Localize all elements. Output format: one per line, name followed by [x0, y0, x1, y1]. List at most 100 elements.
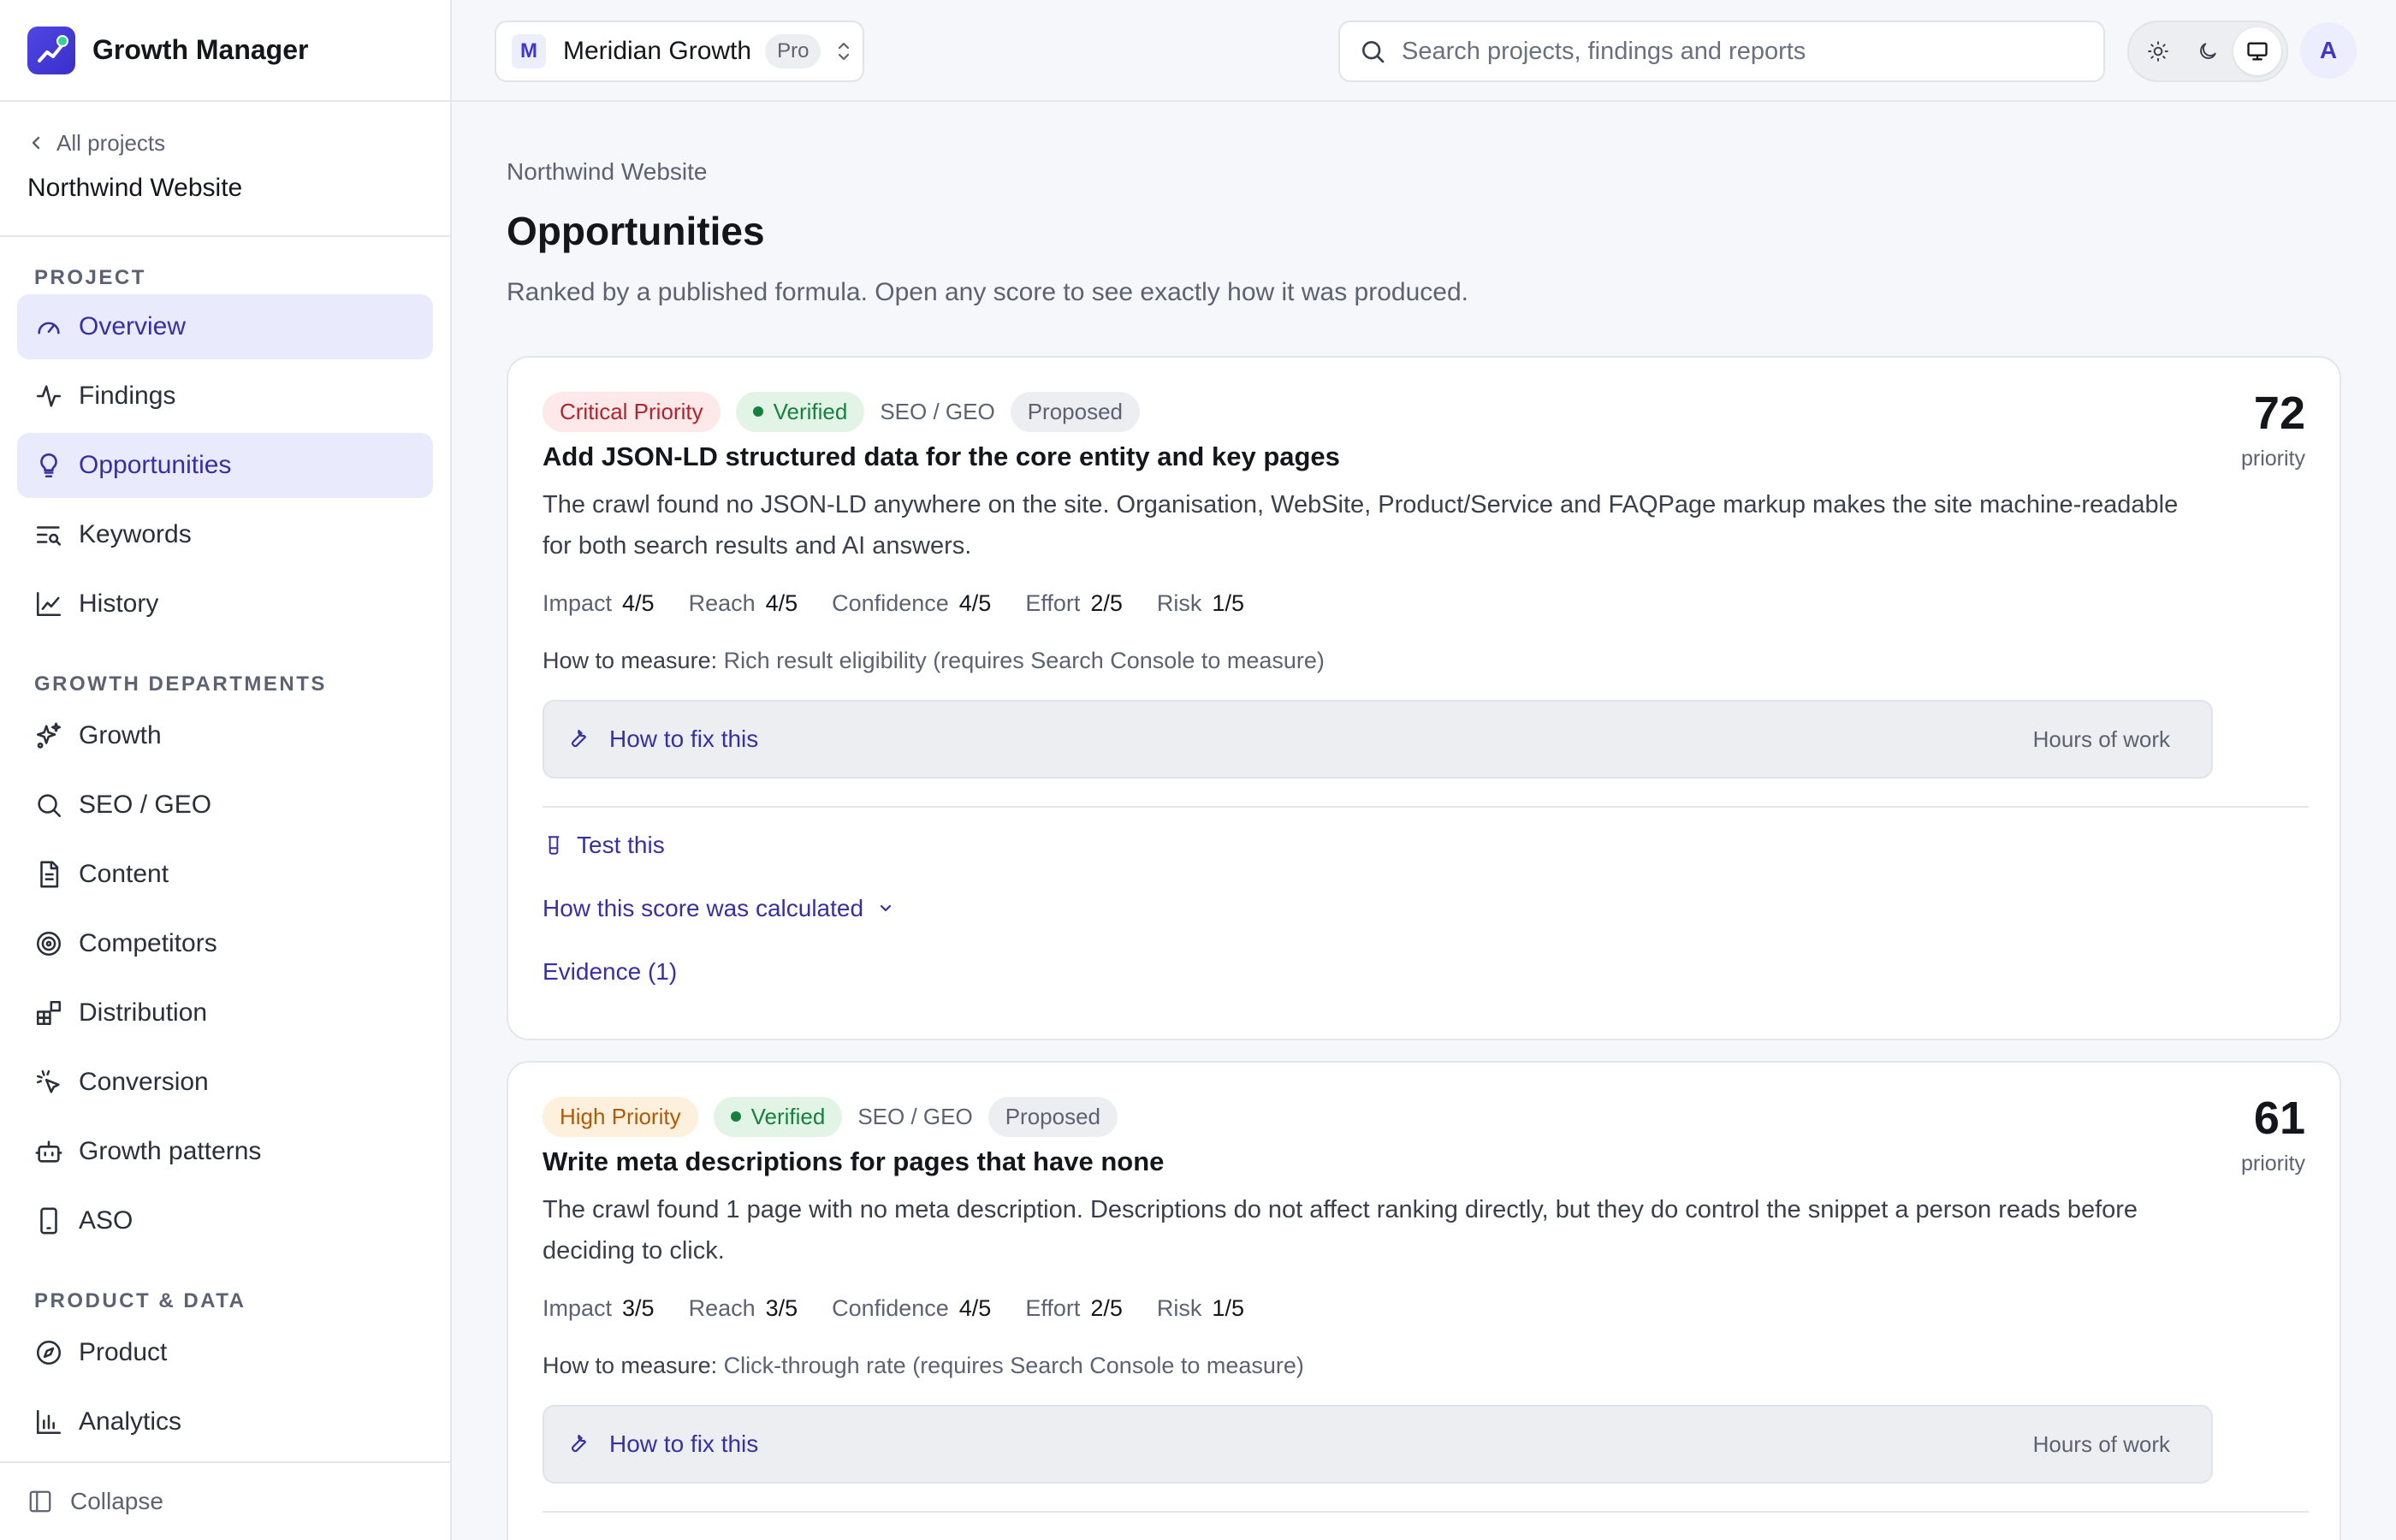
sidebar: Growth Manager All projects Northwind We… [0, 0, 452, 1540]
nav-heading-product-data: PRODUCT & DATA [34, 1289, 246, 1312]
sidebar-item-label: Findings [79, 382, 176, 410]
nav-heading-project: PROJECT [34, 266, 146, 289]
effort-value: 2/5 [1090, 1295, 1123, 1321]
sidebar-item-conversion[interactable]: Conversion [17, 1050, 433, 1115]
score-breakdown: Impact 3/5 Reach 3/5 Confidence 4/5 Effort 2… [543, 1295, 2220, 1322]
light-theme-button[interactable] [2134, 27, 2182, 75]
topbar: M Meridian Growth Pro A [452, 0, 2396, 102]
sidebar-nav: PROJECT Overview Findings Opportunities … [0, 237, 450, 1454]
how-to-fix-panel[interactable]: How to fix this Hours of work [543, 700, 2213, 779]
how-to-fix-link[interactable]: How to fix this [568, 1430, 758, 1458]
opportunity-description: The crawl found 1 page with no meta desc… [543, 1196, 2138, 1265]
all-projects-link[interactable]: All projects [27, 124, 423, 162]
sidebar-item-overview[interactable]: Overview [17, 294, 433, 359]
sidebar-item-label: ASO [79, 1206, 133, 1235]
sidebar-item-aso[interactable]: ASO [17, 1188, 433, 1253]
sidebar-item-keywords[interactable]: Keywords [17, 502, 433, 567]
workspace-name: Meridian Growth [563, 37, 752, 65]
user-avatar[interactable]: A [2300, 22, 2357, 79]
growth-logo-icon [27, 26, 75, 74]
sidebar-item-growth-patterns[interactable]: Growth patterns [17, 1119, 433, 1184]
status-tag: Proposed [1010, 391, 1140, 432]
sidebar-item-history[interactable]: History [17, 572, 433, 637]
sidebar-item-label: Competitors [79, 929, 217, 957]
priority-score-value: 72 [2253, 388, 2305, 439]
sidebar-item-label: Analytics [79, 1407, 182, 1436]
test-tube-icon [548, 836, 560, 855]
impact-label: Impact [543, 1295, 613, 1321]
collapse-sidebar-button[interactable]: Collapse [0, 1461, 450, 1540]
search-icon [38, 794, 62, 818]
confidence-value: 4/5 [958, 1295, 992, 1321]
sidebar-item-opportunities[interactable]: Opportunities [17, 433, 433, 498]
sidebar-item-growth[interactable]: Growth [17, 703, 433, 768]
blocks-icon [36, 1000, 62, 1026]
how-to-fix-link[interactable]: How to fix this [568, 726, 758, 753]
sidebar-item-analytics[interactable]: Analytics [17, 1389, 433, 1454]
wrench-icon [571, 729, 587, 748]
sidebar-item-seo-geo[interactable]: SEO / GEO [17, 773, 433, 838]
risk-score: Risk 1/5 [1157, 1295, 1244, 1322]
confidence-label: Confidence [832, 1295, 949, 1321]
dark-theme-button[interactable] [2184, 27, 2232, 75]
risk-label: Risk [1156, 1295, 1202, 1321]
measure-label: How to measure: [543, 1353, 718, 1378]
how-to-fix-panel[interactable]: How to fix this Hours of work [543, 1405, 2213, 1484]
impact-label: Impact [543, 590, 613, 616]
test-this-link[interactable]: Test this [543, 832, 2220, 859]
main-content: Northwind Website Opportunities Ranked b… [507, 102, 2341, 1540]
sidebar-item-findings[interactable]: Findings [17, 364, 433, 429]
measure-value: Rich result eligibility (requires Search… [723, 648, 1325, 673]
card-body: High Priority Verified SEO / GEO Propose… [543, 1096, 2309, 1513]
how-to-measure: How to measure: Rich result eligibility … [543, 648, 2220, 674]
search-input[interactable] [1402, 37, 2069, 66]
gauge-icon [38, 322, 60, 335]
panel-left-icon [29, 1490, 51, 1513]
activity-icon [36, 385, 62, 407]
sidebar-item-competitors[interactable]: Competitors [17, 911, 433, 976]
priority-tag: Critical Priority [543, 391, 721, 432]
evidence-link[interactable]: Evidence (1) [543, 958, 2220, 986]
bot-icon [35, 1140, 62, 1163]
page-title: Opportunities [507, 209, 765, 253]
hours-of-work: Hours of work [2032, 1430, 2170, 1457]
sidebar-item-content[interactable]: Content [17, 842, 433, 907]
verified-tag: Verified [735, 391, 865, 432]
reach-score: Reach 4/5 [689, 590, 798, 617]
current-project-name: Northwind Website [27, 174, 243, 202]
sidebar-item-label: Keywords [79, 520, 192, 548]
score-calculation-toggle[interactable]: How this score was calculated [543, 895, 2220, 922]
cursor-click-icon [36, 1069, 60, 1093]
priority-score[interactable]: 61 priority [2241, 1092, 2305, 1176]
how-to-fix-label: How to fix this [609, 1430, 759, 1457]
sidebar-item-label: SEO / GEO [79, 791, 212, 819]
verified-tag: Verified [713, 1096, 843, 1137]
workspace-switcher[interactable]: M Meridian Growth Pro [495, 21, 864, 82]
sidebar-item-label: Distribution [79, 998, 208, 1027]
priority-score-value: 61 [2253, 1093, 2305, 1144]
status-tag: Proposed [987, 1096, 1118, 1137]
file-text-icon [40, 861, 59, 888]
risk-value: 1/5 [1212, 1295, 1244, 1321]
confidence-label: Confidence [832, 590, 949, 616]
sidebar-item-product[interactable]: Product [17, 1320, 433, 1385]
search-icon [1362, 41, 1385, 63]
sidebar-item-label: Opportunities [79, 451, 232, 479]
opportunity-description: The crawl found no JSON-LD anywhere on t… [543, 491, 2179, 560]
impact-value: 4/5 [622, 590, 655, 616]
app-name: Growth Manager [92, 34, 309, 65]
system-theme-button[interactable] [2233, 27, 2281, 75]
verified-label: Verified [750, 1103, 826, 1129]
global-search[interactable] [1338, 21, 2105, 82]
sidebar-item-distribution[interactable]: Distribution [17, 980, 433, 1045]
theme-toggle [2127, 21, 2288, 82]
wrench-icon [571, 1434, 587, 1453]
priority-score-caption: priority [2240, 1152, 2305, 1176]
opportunity-title: Write meta descriptions for pages that h… [543, 1146, 1165, 1176]
reach-score: Reach 3/5 [689, 1295, 798, 1322]
sidebar-item-label: Content [79, 860, 169, 888]
department-tag: SEO / GEO [880, 398, 995, 424]
how-to-fix-label: How to fix this [609, 726, 759, 752]
priority-score[interactable]: 72 priority [2241, 387, 2305, 471]
effort-value: 2/5 [1090, 590, 1123, 616]
